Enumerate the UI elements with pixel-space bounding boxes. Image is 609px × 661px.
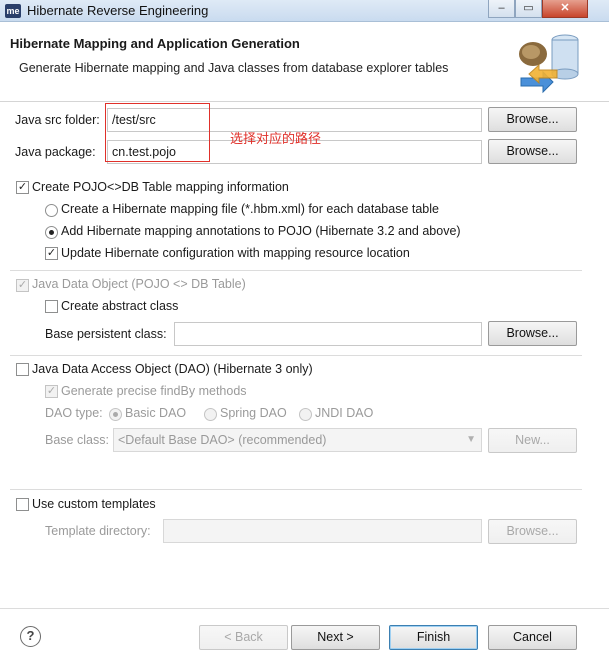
next-button[interactable]: Next > [291, 625, 380, 650]
hibernate-database-icon [519, 34, 579, 94]
dao-type-spring-radio[interactable] [204, 408, 217, 421]
dao-type-jndi-radio[interactable] [299, 408, 312, 421]
cancel-button[interactable]: Cancel [488, 625, 577, 650]
finish-button[interactable]: Finish [389, 625, 478, 650]
annotation-highlight-box [105, 103, 210, 162]
help-icon[interactable]: ? [20, 626, 41, 647]
dao-type-basic-radio[interactable] [109, 408, 122, 421]
template-directory-label: Template directory: [45, 524, 151, 538]
java-data-object-label: Java Data Object (POJO <> DB Table) [32, 277, 246, 291]
template-directory-input[interactable] [163, 519, 482, 543]
dao-new-button[interactable]: New... [488, 428, 577, 453]
page-description: Generate Hibernate mapping and Java clas… [19, 61, 449, 75]
back-button[interactable]: < Back [199, 625, 288, 650]
template-directory-browse-button[interactable]: Browse... [488, 519, 577, 544]
abstract-class-label: Create abstract class [61, 299, 179, 313]
dao-label: Java Data Access Object (DAO) (Hibernate… [32, 362, 313, 376]
maximize-button[interactable]: ▭ [515, 0, 542, 18]
dao-type-label: DAO type: [45, 406, 103, 420]
close-button[interactable]: ✕ [542, 0, 588, 18]
annotations-label: Add Hibernate mapping annotations to POJ… [61, 224, 461, 238]
src-folder-browse-button[interactable]: Browse... [488, 107, 577, 132]
hbm-file-radio[interactable] [45, 204, 58, 217]
precise-findby-label: Generate precise findBy methods [61, 384, 247, 398]
window-title: Hibernate Reverse Engineering [27, 3, 209, 18]
update-config-checkbox[interactable]: ✓ [45, 247, 58, 260]
wizard-footer: ? < Back Next > Finish Cancel [0, 608, 609, 661]
create-pojo-mapping-label: Create POJO<>DB Table mapping informatio… [32, 180, 289, 194]
base-persistent-class-browse-button[interactable]: Browse... [488, 321, 577, 346]
separator [10, 355, 582, 356]
minimize-button[interactable]: – [488, 0, 515, 18]
page-title: Hibernate Mapping and Application Genera… [10, 36, 300, 51]
annotation-note: 选择对应的路径 [230, 131, 322, 146]
update-config-label: Update Hibernate configuration with mapp… [61, 246, 410, 260]
dao-type-spring-label: Spring DAO [220, 406, 287, 420]
dao-type-jndi-label: JNDI DAO [315, 406, 374, 420]
base-persistent-class-input[interactable] [174, 322, 482, 346]
precise-findby-checkbox[interactable]: ✓ [45, 385, 58, 398]
dao-type-basic-label: Basic DAO [125, 406, 187, 420]
chevron-down-icon: ▼ [466, 434, 476, 445]
package-label: Java package: [15, 145, 96, 159]
create-pojo-mapping-checkbox[interactable]: ✓ [16, 181, 29, 194]
package-browse-button[interactable]: Browse... [488, 139, 577, 164]
abstract-class-checkbox[interactable] [45, 300, 58, 313]
custom-templates-label: Use custom templates [32, 497, 156, 511]
separator [10, 489, 582, 490]
dao-base-class-label: Base class: [45, 433, 109, 447]
base-persistent-class-label: Base persistent class: [45, 327, 167, 341]
app-logo-icon: me [5, 4, 21, 18]
dao-checkbox[interactable] [16, 363, 29, 376]
custom-templates-checkbox[interactable] [16, 498, 29, 511]
dao-base-class-value: <Default Base DAO> (recommended) [118, 433, 327, 447]
wizard-header: Hibernate Mapping and Application Genera… [0, 22, 609, 102]
java-data-object-checkbox[interactable]: ✓ [16, 279, 29, 292]
window-titlebar: me Hibernate Reverse Engineering – ▭ ✕ [0, 0, 609, 22]
dao-base-class-select[interactable]: <Default Base DAO> (recommended) ▼ [113, 428, 482, 452]
separator [10, 270, 582, 271]
hbm-file-label: Create a Hibernate mapping file (*.hbm.x… [61, 202, 439, 216]
wizard-body: Java src folder: /test/src Browse... Jav… [0, 103, 609, 608]
annotations-radio[interactable] [45, 226, 58, 239]
src-folder-label: Java src folder: [15, 113, 100, 127]
